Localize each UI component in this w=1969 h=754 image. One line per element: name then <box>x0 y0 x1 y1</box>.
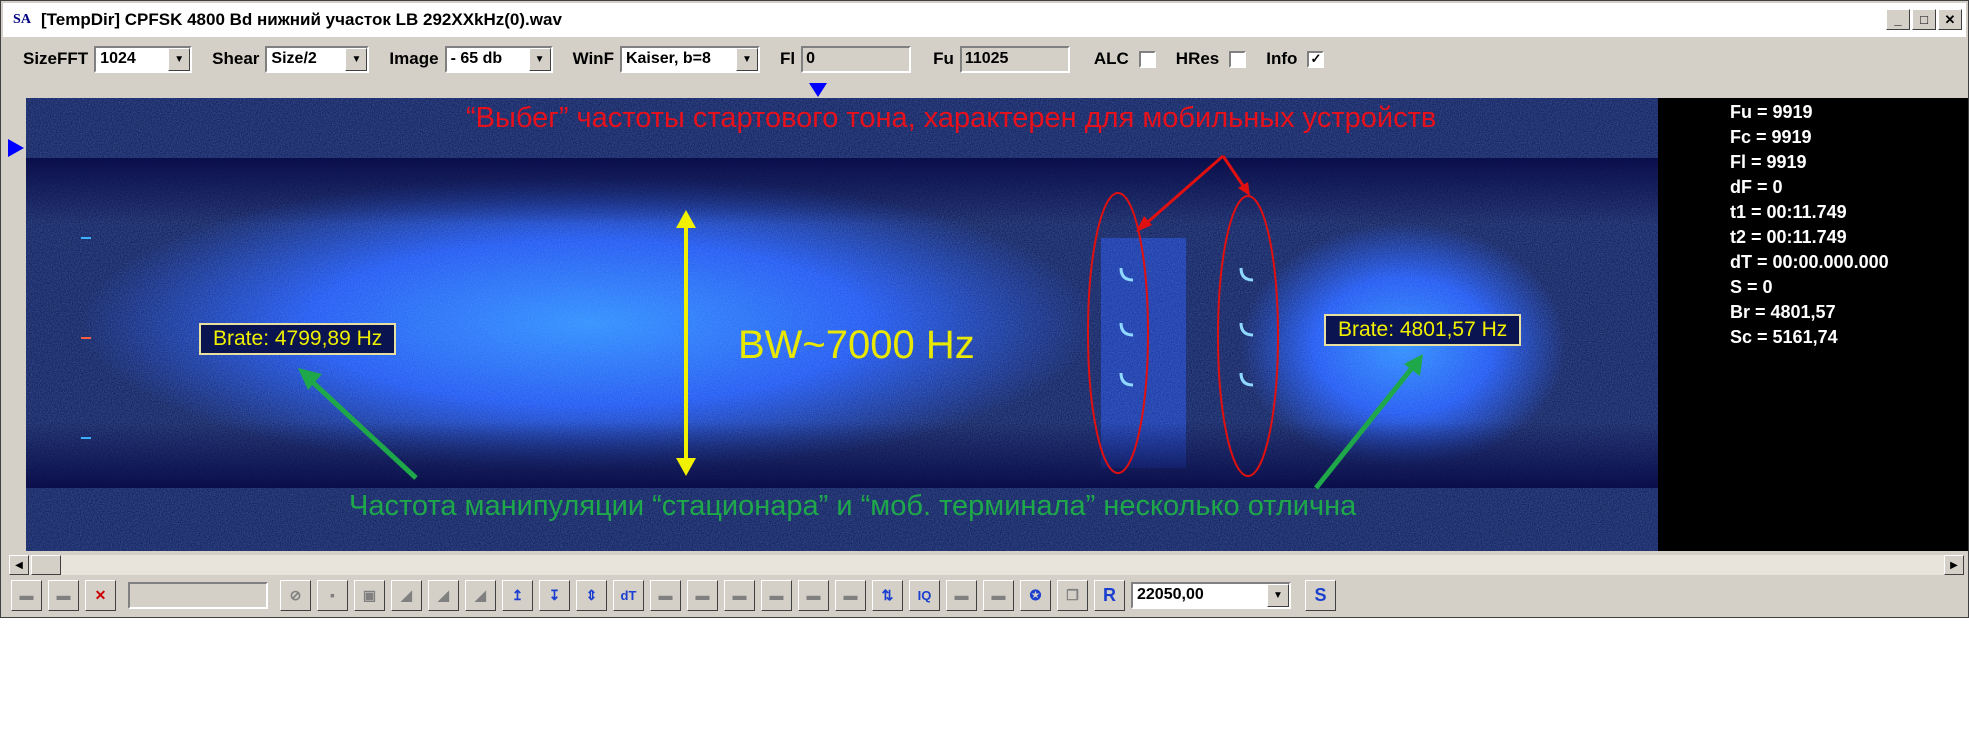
winf-select[interactable]: Kaiser, b=8 ▼ <box>619 45 760 73</box>
main-window: SA [TempDir] CPFSK 4800 Bd нижний участо… <box>0 0 1969 618</box>
iq-button[interactable]: IQ <box>909 579 940 611</box>
scroll-right-icon[interactable]: ▶ <box>1944 555 1964 575</box>
delete-icon[interactable]: ✕ <box>85 579 116 611</box>
r-button[interactable]: R <box>1094 579 1125 611</box>
sizefft-label: SizeFFT <box>23 49 89 68</box>
shear-value: Size/2 <box>271 50 317 67</box>
annotation-bandwidth: BW~7000 Hz <box>738 323 975 367</box>
info-fu: Fu = 9919 <box>1730 102 1813 122</box>
marker-down-icon[interactable]: ↧ <box>539 579 570 611</box>
tool-icon[interactable]: ◢ <box>428 579 459 611</box>
frame-icon[interactable]: ▣ <box>354 579 385 611</box>
tool-icon[interactable]: ▬ <box>650 579 681 611</box>
chevron-down-icon[interactable]: ▼ <box>528 47 551 71</box>
copy-icon[interactable]: ❐ <box>1057 579 1088 611</box>
chevron-down-icon[interactable]: ▼ <box>345 47 368 71</box>
info-panel: Fu = 9919 Fc = 9919 Fl = 9919 dF = 0 t1 … <box>1658 98 1968 551</box>
tool-icon[interactable]: ▬ <box>724 579 755 611</box>
fu-label: Fu <box>933 49 954 68</box>
annotation-brate-right: Brate: 4801,57 Hz <box>1324 314 1522 346</box>
refresh-icon[interactable]: ✪ <box>1020 579 1051 611</box>
marker-up-icon[interactable]: ↥ <box>502 579 533 611</box>
info-dt: dT = 00:00.000.000 <box>1730 252 1889 272</box>
tool-icon[interactable]: ▪ <box>317 579 348 611</box>
open-file-icon[interactable]: ▬ <box>11 579 42 611</box>
frequency-marker-icon[interactable] <box>809 83 827 97</box>
annotation-brate-left: Brate: 4799,89 Hz <box>199 323 397 355</box>
frequency-value: 22050,00 <box>1137 586 1204 603</box>
image-label: Image <box>389 49 439 68</box>
marker-both-icon[interactable]: ⇕ <box>576 579 607 611</box>
tool-icon[interactable]: ▬ <box>835 579 866 611</box>
info-br: Br = 4801,57 <box>1730 302 1836 322</box>
bottom-toolbar: ▬ ▬ ✕ ⊘ ▪ ▣ ◢ ◢ ◢ ↥ ↧ ⇕ dT ▬ ▬ ▬ ▬ ▬ ▬ ⇅… <box>11 577 1336 613</box>
info-t2: t2 = 00:11.749 <box>1730 227 1847 247</box>
info-label: Info <box>1266 49 1298 68</box>
chevron-down-icon[interactable]: ▼ <box>1267 583 1289 607</box>
tool-icon[interactable]: ▬ <box>946 579 977 611</box>
info-sc: Sc = 5161,74 <box>1730 327 1838 347</box>
stop-icon[interactable]: ⊘ <box>280 579 311 611</box>
shear-label: Shear <box>212 49 260 68</box>
chevron-down-icon[interactable]: ▼ <box>168 47 191 71</box>
close-icon[interactable]: ✕ <box>1938 9 1962 30</box>
hres-checkbox[interactable] <box>1229 50 1247 68</box>
info-checkbox[interactable]: ✓ <box>1307 50 1325 68</box>
sizefft-select[interactable]: 1024 ▼ <box>94 45 193 73</box>
info-fc: Fc = 9919 <box>1730 127 1812 147</box>
swap-icon[interactable]: ⇅ <box>872 579 903 611</box>
save-file-icon[interactable]: ▬ <box>48 579 79 611</box>
image-value: - 65 db <box>450 50 503 67</box>
fu-field[interactable]: 11025 <box>959 45 1070 73</box>
scroll-left-icon[interactable]: ◀ <box>9 555 29 575</box>
dt-button[interactable]: dT <box>613 579 644 611</box>
window-title: [TempDir] CPFSK 4800 Bd нижний участок L… <box>41 10 562 29</box>
alc-checkbox[interactable] <box>1138 50 1156 68</box>
spectrogram-view[interactable]: “Выбег” частоты стартового тона, характе… <box>26 98 1658 551</box>
tool-icon[interactable]: ◢ <box>465 579 496 611</box>
alc-label: ALC <box>1093 49 1129 68</box>
check-icon: ✓ <box>1310 51 1322 66</box>
annotation-top-note: “Выбег” частоты стартового тона, характе… <box>466 102 1437 134</box>
hres-label: HRes <box>1175 49 1220 68</box>
title-bar: SA [TempDir] CPFSK 4800 Bd нижний участо… <box>3 3 1966 37</box>
s-button[interactable]: S <box>1305 579 1336 611</box>
minimize-icon[interactable]: _ <box>1886 9 1910 30</box>
window-controls: _ □ ✕ <box>1886 9 1962 30</box>
shear-select[interactable]: Size/2 ▼ <box>265 45 370 73</box>
tool-icon[interactable]: ▬ <box>761 579 792 611</box>
frequency-select[interactable]: 22050,00 ▼ <box>1131 581 1291 609</box>
annotation-bottom-note: Частота манипуляции “стационара” и “моб.… <box>349 490 1357 522</box>
tool-icon[interactable]: ▬ <box>983 579 1014 611</box>
info-s: S = 0 <box>1730 277 1773 297</box>
scroll-thumb[interactable] <box>31 555 61 575</box>
maximize-icon[interactable]: □ <box>1912 9 1936 30</box>
settings-toolbar: SizeFFT 1024 ▼ Shear Size/2 ▼ Image - 65… <box>3 41 1966 77</box>
horizontal-scrollbar[interactable]: ◀ ▶ <box>9 555 1964 575</box>
info-fl: Fl = 9919 <box>1730 152 1807 172</box>
fl-field[interactable]: 0 <box>801 45 912 73</box>
winf-value: Kaiser, b=8 <box>625 50 711 67</box>
fl-label: Fl <box>779 49 796 68</box>
winf-label: WinF <box>572 49 614 68</box>
time-marker-icon[interactable] <box>8 139 24 157</box>
tool-icon[interactable]: ▬ <box>687 579 718 611</box>
tool-icon[interactable]: ◢ <box>391 579 422 611</box>
status-field <box>128 581 268 609</box>
sizefft-value: 1024 <box>100 50 136 67</box>
app-icon: SA <box>13 12 31 27</box>
info-t1: t1 = 00:11.749 <box>1730 202 1847 222</box>
chevron-down-icon[interactable]: ▼ <box>735 47 758 71</box>
tool-icon[interactable]: ▬ <box>798 579 829 611</box>
info-df: dF = 0 <box>1730 177 1783 197</box>
image-select[interactable]: - 65 db ▼ <box>444 45 553 73</box>
